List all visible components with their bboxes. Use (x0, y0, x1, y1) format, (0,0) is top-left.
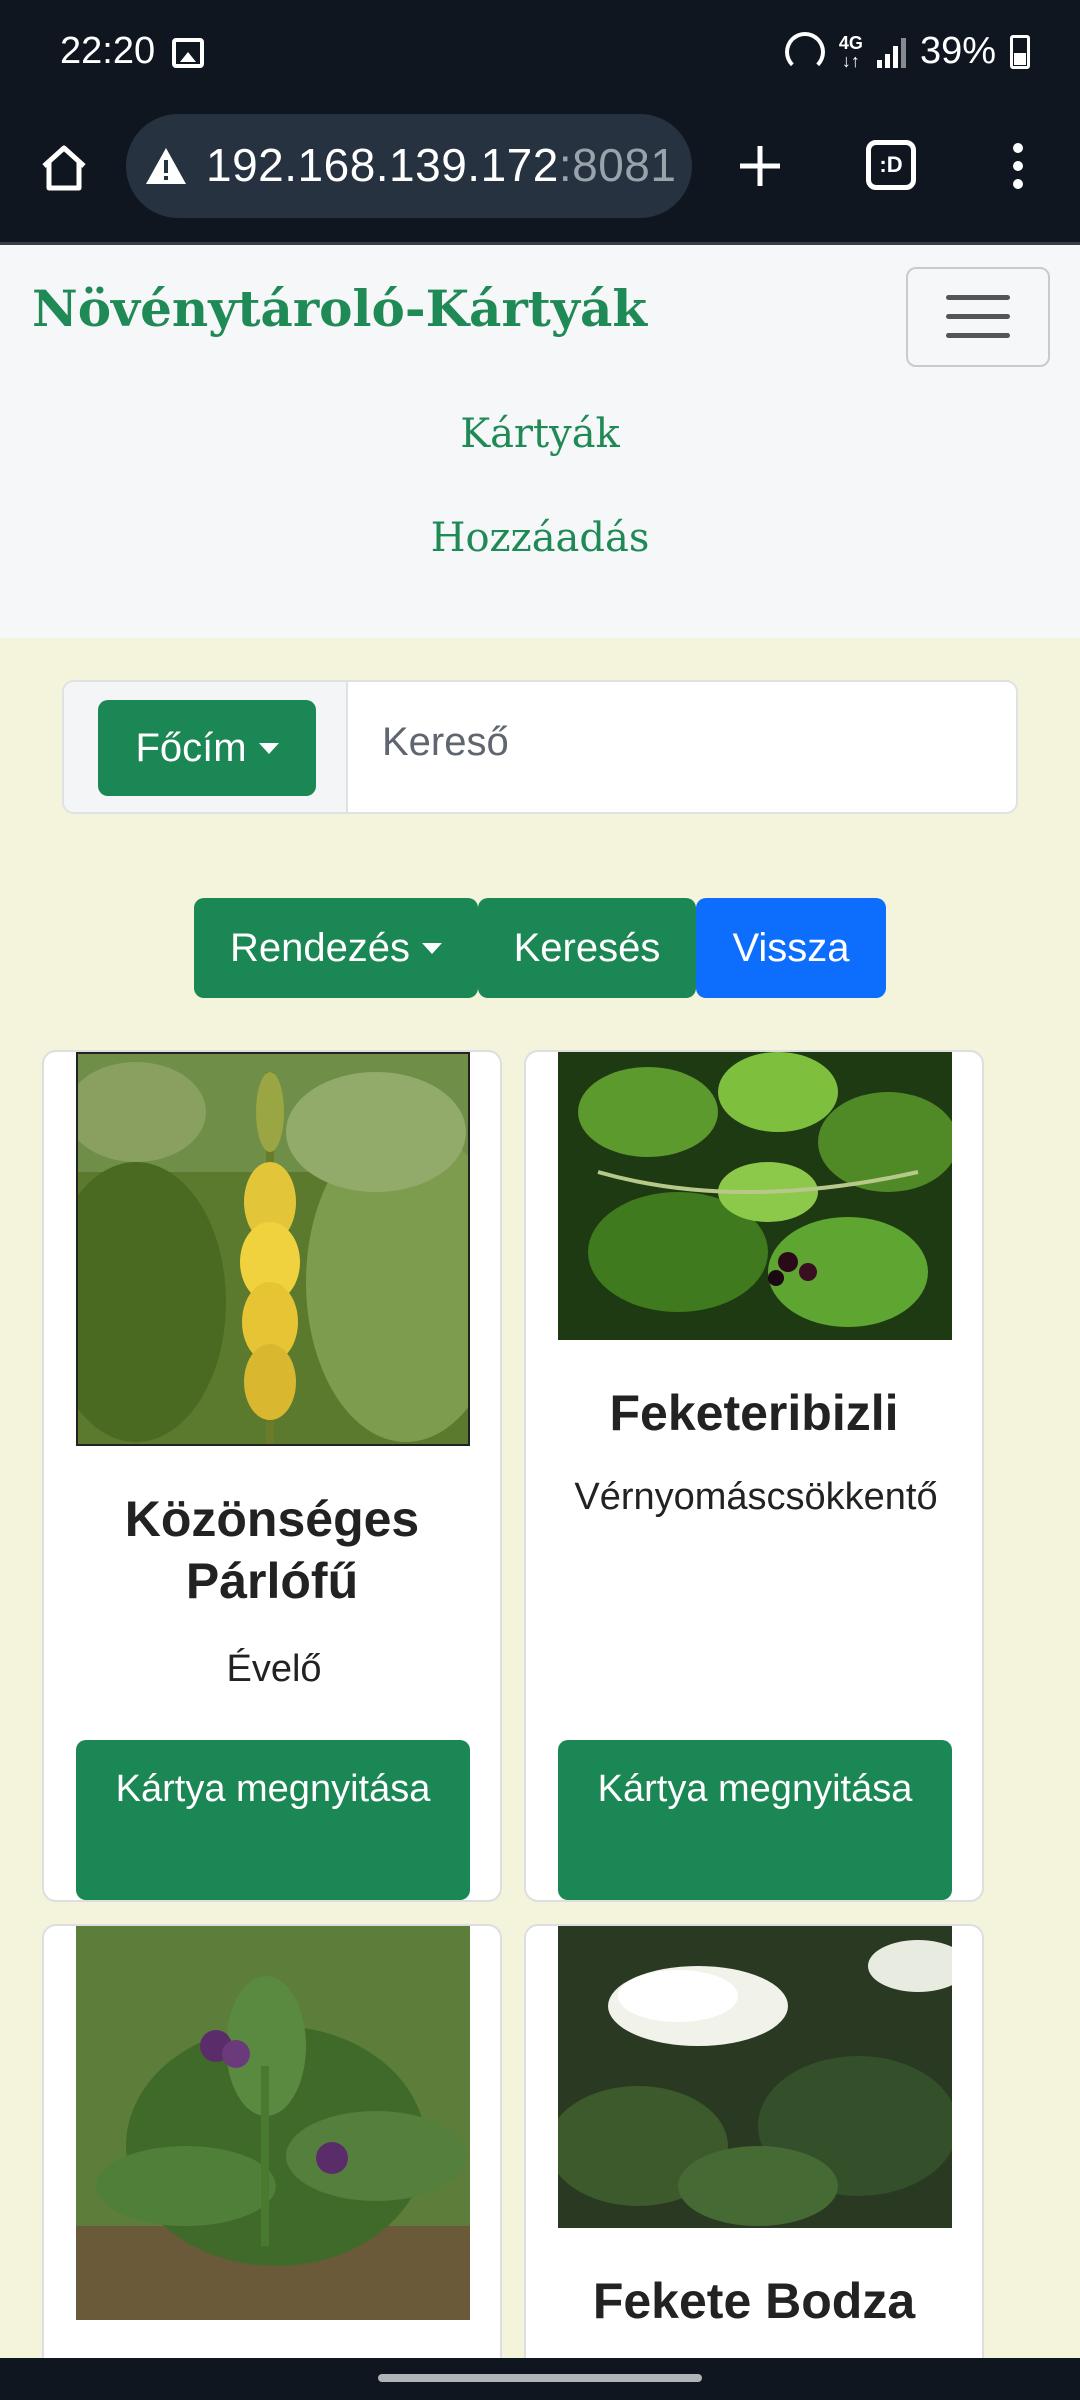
agrimony-flower-image (76, 1052, 470, 1446)
caret-down-icon (258, 742, 279, 754)
navbar: Növénytároló-Kártyák Kártyák Hozzáadás (0, 242, 1080, 638)
blackcurrant-leaves-image (558, 1052, 952, 1340)
hotspot-icon (784, 31, 825, 72)
status-icons: 4G ↓↑ 39% (784, 30, 1030, 73)
sort-label: Rendezés (229, 925, 411, 970)
url-text[interactable]: 192.168.139.172:8081 (206, 138, 676, 192)
navbar-toggler[interactable] (906, 267, 1050, 367)
card-title: Fekete Bodza (592, 2273, 916, 2329)
search-button[interactable]: Keresés (478, 898, 696, 998)
caret-down-icon (422, 942, 443, 954)
battery-icon (1010, 34, 1030, 69)
plant-card: Fekete Bodza (524, 1924, 984, 2400)
gesture-bar (0, 2358, 1080, 2400)
home-icon[interactable] (38, 142, 90, 194)
search-group: Főcím Kereső (62, 680, 1018, 814)
menu-icon[interactable] (1006, 140, 1030, 196)
search-prefix: Főcím (64, 682, 348, 812)
card-title: Közönséges Párlófű (124, 1491, 420, 1609)
plant-card: Feketeribizli Vérnyomáscsökkentő Kártya … (524, 1050, 984, 1902)
plus-icon[interactable] (736, 142, 784, 190)
sort-button[interactable]: Rendezés (194, 898, 478, 998)
comfrey-plant-image (76, 1926, 470, 2320)
plant-card: Közönséges Párlófű Évelő Kártya megnyitá… (42, 1050, 502, 1902)
plant-card (42, 1924, 502, 2400)
field-dropdown-button[interactable]: Főcím (98, 700, 316, 796)
card-title: Feketeribizli (609, 1385, 899, 1441)
search-input[interactable]: Kereső (382, 720, 509, 765)
open-card-button[interactable]: Kártya megnyitása (76, 1740, 470, 1900)
card-subtitle: Vérnyomáscsökkentő (574, 1476, 938, 1518)
card-subtitle: Évelő (226, 1648, 322, 1690)
back-button[interactable]: Vissza (696, 898, 886, 998)
nav-link-add[interactable]: Hozzáadás (0, 515, 1080, 561)
status-bar: 22:20 4G ↓↑ 39% (0, 0, 1080, 108)
status-time: 22:20 (60, 30, 156, 72)
battery-percent: 39% (919, 30, 996, 72)
brand-title[interactable]: Növénytároló-Kártyák (32, 279, 647, 338)
elderflower-image (558, 1926, 952, 2228)
field-dropdown-label: Főcím (135, 725, 247, 770)
network-type: 4G ↓↑ (838, 32, 863, 71)
home-gesture-handle[interactable] (378, 2374, 702, 2382)
tabs-icon[interactable]: :D (866, 140, 916, 190)
open-card-button[interactable]: Kártya megnyitása (558, 1740, 952, 1900)
warning-icon[interactable] (144, 146, 188, 186)
image-icon (172, 38, 204, 68)
signal-icon (876, 36, 906, 68)
nav-link-cards[interactable]: Kártyák (0, 411, 1080, 457)
